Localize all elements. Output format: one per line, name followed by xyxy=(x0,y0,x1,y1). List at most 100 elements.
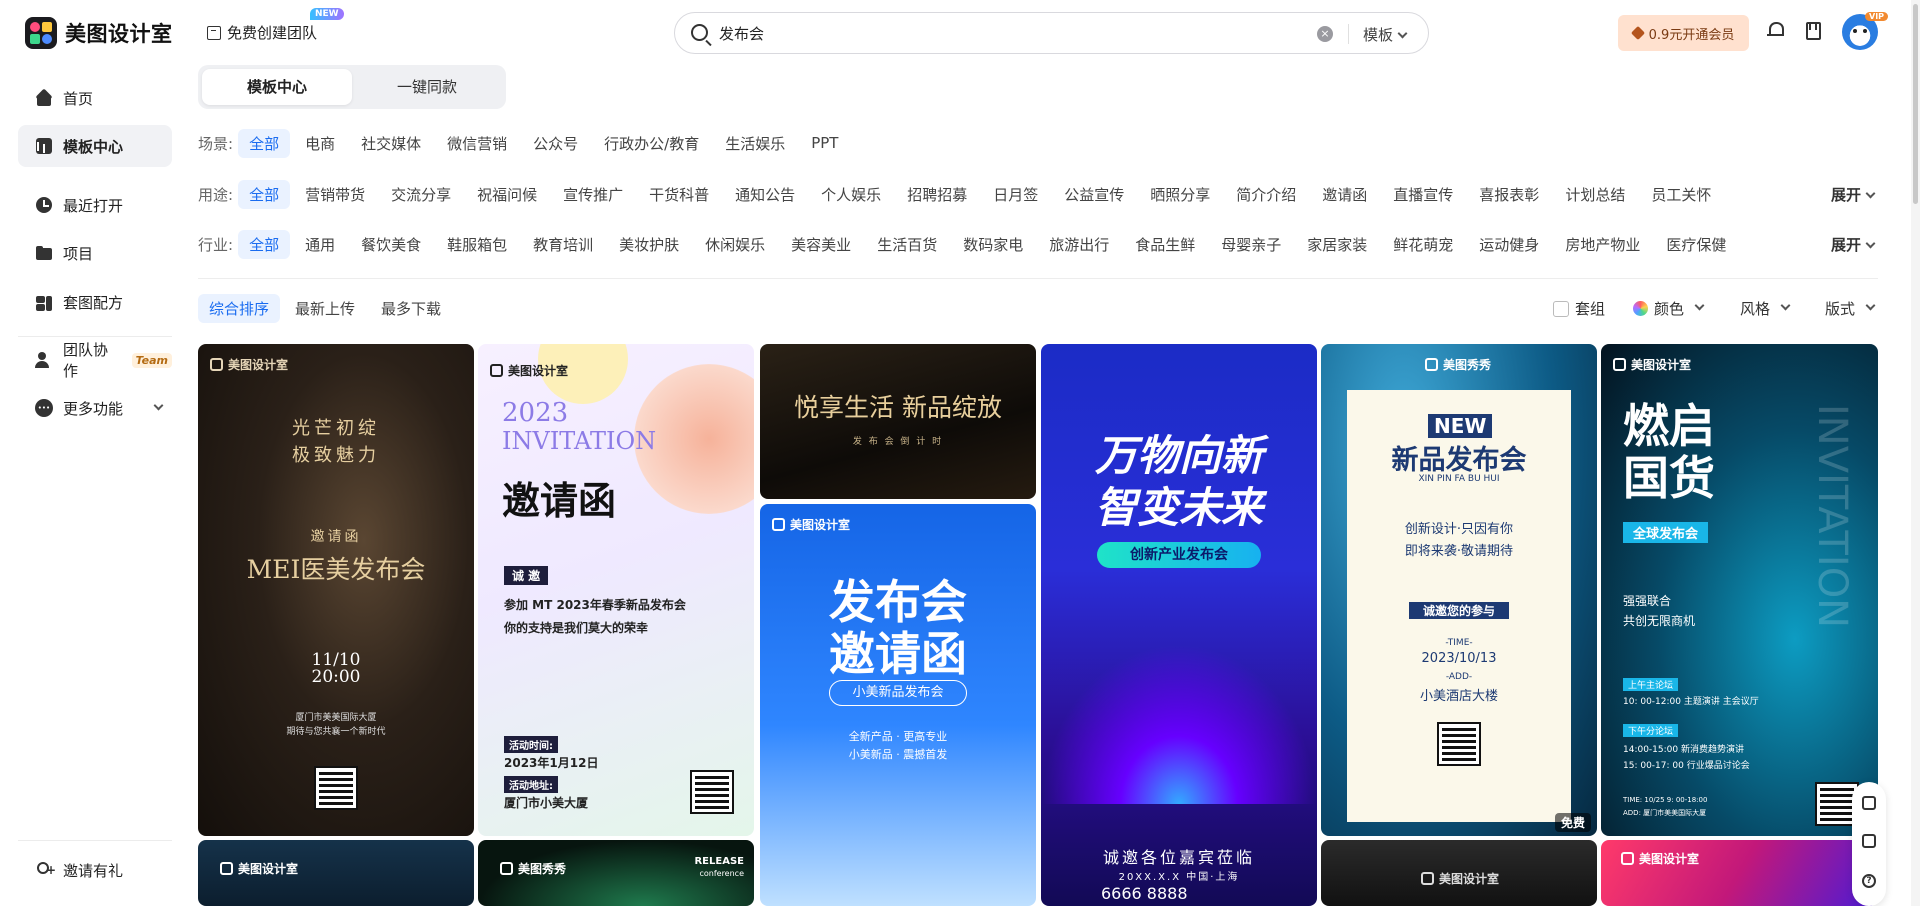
filter-chip-industry[interactable]: 休闲娱乐 xyxy=(694,230,776,259)
template-card[interactable]: 美图秀秀 NEW 新品发布会 XIN PIN FA BU HUI 创新设计·只因… xyxy=(1321,344,1597,836)
filter-chip-usage[interactable]: 公益宣传 xyxy=(1053,180,1135,209)
template-card[interactable]: 万物向新 智变未来 创新产业发布会 诚邀各位嘉宾莅临 20XX.X.X 中国·上… xyxy=(1041,344,1317,906)
filter-chip-usage[interactable]: 干货科普 xyxy=(638,180,720,209)
filter-chip-industry[interactable]: 运动健身 xyxy=(1468,230,1550,259)
filter-chip-usage[interactable]: 直播宣传 xyxy=(1382,180,1464,209)
sidebar-item-recent[interactable]: 最近打开 xyxy=(18,184,172,226)
style-filter[interactable]: 风格 xyxy=(1740,298,1791,319)
sort-tab[interactable]: 最新上传 xyxy=(284,294,366,323)
scrollbar-thumb[interactable] xyxy=(1913,4,1918,204)
filter-chip-usage[interactable]: 日月签 xyxy=(982,180,1049,209)
filter-chip-industry[interactable]: 餐饮美食 xyxy=(350,230,432,259)
filter-chip-scene[interactable]: 电商 xyxy=(294,129,346,158)
vip-button[interactable]: 0.9元开通会员 xyxy=(1618,15,1749,51)
set-checkbox[interactable] xyxy=(1553,300,1569,317)
template-card[interactable]: 美图设计室 燃启 国货 全球发布会 INVITATION 强强联合 共创无限商机… xyxy=(1601,344,1878,836)
format-filter[interactable]: 版式 xyxy=(1825,298,1876,319)
card-text: 你的支持是我们莫大的荣幸 xyxy=(504,621,649,635)
sidebar-item-template-center[interactable]: 模板中心 xyxy=(18,125,172,167)
tab-template-center[interactable]: 模板中心 xyxy=(202,69,352,105)
filter-chip-industry[interactable]: 美妆护肤 xyxy=(608,230,690,259)
building-icon xyxy=(207,25,221,40)
filter-chip-usage[interactable]: 通知公告 xyxy=(724,180,806,209)
template-card[interactable]: 美图设计室 xyxy=(198,840,474,906)
filter-chip-usage[interactable]: 员工关怀 xyxy=(1640,180,1722,209)
help-icon[interactable]: ? xyxy=(1862,874,1876,888)
color-filter[interactable]: 颜色 xyxy=(1633,298,1705,319)
sidebar-item-team[interactable]: 团队协作 Team xyxy=(18,339,172,381)
template-card[interactable]: 美图设计室 发布会 邀请函 小美新品发布会 全新产品 · 更高专业 小美新品 ·… xyxy=(760,504,1036,906)
filter-chip-scene[interactable]: 全部 xyxy=(238,128,291,158)
template-card[interactable]: 美图设计室 xyxy=(1321,840,1597,906)
sidebar-item-invite[interactable]: 邀请有礼 xyxy=(18,849,172,891)
template-card[interactable]: 美图秀秀 RELEASE conference xyxy=(478,840,754,906)
sidebar-item-more[interactable]: 更多功能 xyxy=(18,387,172,429)
filter-chip-scene[interactable]: 生活娱乐 xyxy=(714,129,796,158)
template-card[interactable]: 美图设计室 光芒初绽 极致魅力 邀请函 MEI医美发布会 11/10 20:00… xyxy=(198,344,474,836)
set-toggle[interactable]: 套组 xyxy=(1553,298,1605,319)
filter-chip-industry[interactable]: 食品生鲜 xyxy=(1124,230,1206,259)
feedback-icon[interactable] xyxy=(1862,834,1876,848)
expand-industry-button[interactable]: 展开 xyxy=(1831,234,1876,255)
filter-chip-usage[interactable]: 晒照分享 xyxy=(1139,180,1221,209)
filter-chip-usage[interactable]: 祝福问候 xyxy=(466,180,548,209)
filter-chip-industry[interactable]: 医疗保健 xyxy=(1655,230,1737,259)
expand-usage-button[interactable]: 展开 xyxy=(1831,184,1876,205)
search-input[interactable] xyxy=(719,21,1279,45)
filter-chip-scene[interactable]: PPT xyxy=(800,130,849,156)
card-brand-label: 美图设计室 xyxy=(1631,358,1692,372)
clock-icon xyxy=(35,196,53,214)
template-card[interactable]: 悦享生活 新品绽放 发 布 会 倒 计 时 xyxy=(760,344,1036,499)
card-brand: 美图设计室 xyxy=(210,356,288,373)
new-badge: NEW xyxy=(310,8,344,20)
filter-chip-industry[interactable]: 旅游出行 xyxy=(1038,230,1120,259)
filter-chip-usage[interactable]: 计划总结 xyxy=(1554,180,1636,209)
card-brand-label: 美图设计室 xyxy=(228,358,289,372)
filter-chip-industry[interactable]: 鞋服箱包 xyxy=(436,230,518,259)
sort-tab[interactable]: 最多下载 xyxy=(370,294,452,323)
filter-chip-industry[interactable]: 家居家装 xyxy=(1296,230,1378,259)
filter-chip-industry[interactable]: 全部 xyxy=(238,229,291,259)
filter-chip-usage[interactable]: 招聘招募 xyxy=(896,180,978,209)
filter-chip-industry[interactable]: 生活百货 xyxy=(866,230,948,259)
filter-chip-industry[interactable]: 教育培训 xyxy=(522,230,604,259)
tab-one-click[interactable]: 一键同款 xyxy=(352,69,502,105)
template-card[interactable]: 美图设计室 2023 INVITATION 邀请函 诚 邀 参加 MT 2023… xyxy=(478,344,754,836)
scrollbar[interactable] xyxy=(1911,0,1920,906)
card-side-text: INVITATION xyxy=(1809,404,1855,629)
filter-chip-industry[interactable]: 数码家电 xyxy=(952,230,1034,259)
filter-chip-usage[interactable]: 个人娱乐 xyxy=(810,180,892,209)
filter-chip-usage[interactable]: 邀请函 xyxy=(1311,180,1378,209)
clear-search-icon[interactable]: × xyxy=(1317,26,1333,42)
filter-chip-industry[interactable]: 房地产物业 xyxy=(1554,230,1651,259)
sidebar-item-label: 团队协作 xyxy=(63,341,109,380)
bell-icon[interactable] xyxy=(1767,21,1785,39)
filter-chip-scene[interactable]: 社交媒体 xyxy=(350,129,432,158)
card-title: 国货 xyxy=(1623,451,1715,505)
filter-chip-usage[interactable]: 全部 xyxy=(238,179,291,209)
logo[interactable]: 美图设计室 xyxy=(25,17,173,49)
filter-chip-usage[interactable]: 简介介绍 xyxy=(1225,180,1307,209)
filter-chip-industry[interactable]: 美容美业 xyxy=(780,230,862,259)
filter-chip-usage[interactable]: 营销带货 xyxy=(294,180,376,209)
filter-chip-usage[interactable]: 交流分享 xyxy=(380,180,462,209)
filter-chip-industry[interactable]: 鲜花萌宠 xyxy=(1382,230,1464,259)
sort-tab[interactable]: 综合排序 xyxy=(198,293,281,323)
template-card[interactable]: 美图设计室 xyxy=(1601,840,1878,906)
filter-chip-usage[interactable]: 宣传推广 xyxy=(552,180,634,209)
sidebar-item-combo[interactable]: 套图配方 xyxy=(18,281,172,323)
create-team-button[interactable]: 免费创建团队 xyxy=(207,22,317,43)
filter-chip-industry[interactable]: 通用 xyxy=(294,230,346,259)
filter-chip-scene[interactable]: 微信营销 xyxy=(436,129,518,158)
sidebar-item-projects[interactable]: 项目 xyxy=(18,232,172,274)
search-type-dropdown[interactable]: 模板 xyxy=(1363,24,1408,45)
save-icon[interactable] xyxy=(1862,796,1876,810)
filter-chip-usage[interactable]: 喜报表彰 xyxy=(1468,180,1550,209)
filter-chip-industry[interactable]: 母婴亲子 xyxy=(1210,230,1292,259)
sidebar-item-home[interactable]: 首页 xyxy=(18,77,172,119)
bookmark-icon[interactable] xyxy=(1806,22,1821,40)
qr-code xyxy=(314,766,358,810)
filter-chip-scene[interactable]: 公众号 xyxy=(522,129,589,158)
filter-chip-scene[interactable]: 行政办公/教育 xyxy=(593,129,710,158)
filter-divider xyxy=(198,278,1878,279)
